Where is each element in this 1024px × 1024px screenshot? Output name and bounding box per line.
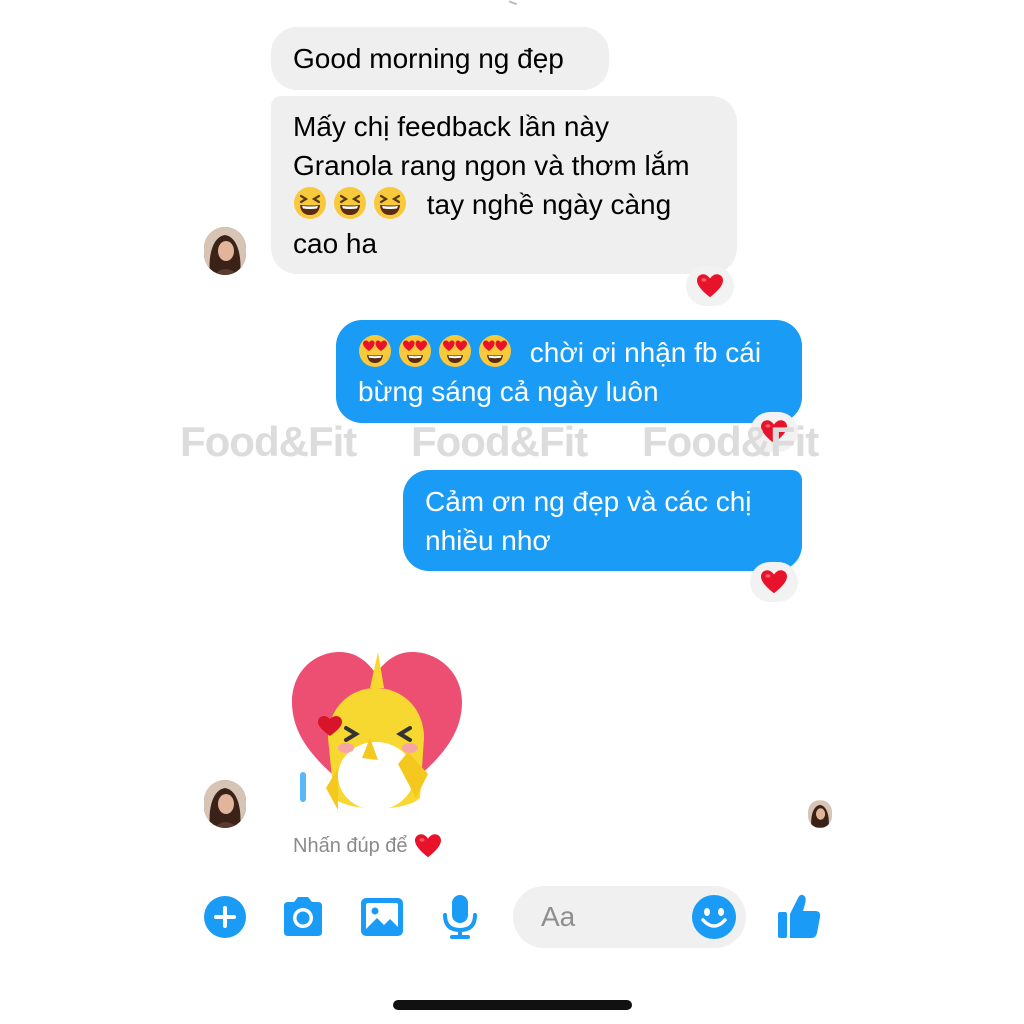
heart-eyes-emoji-icon — [358, 334, 392, 368]
seen-avatar — [808, 800, 832, 828]
message-input[interactable]: Aa — [513, 886, 746, 948]
incoming-message-2-line2: Granola rang ngon và thơm lắm — [293, 150, 690, 181]
avatar-photo — [204, 227, 246, 275]
incoming-message-2-line3-text: tay nghề ngày càng — [426, 189, 672, 220]
watermark-text: Food&Fit — [642, 418, 819, 465]
avatar-photo — [204, 780, 246, 828]
heart-eyes-emoji-icon — [478, 334, 512, 368]
reaction-heart-badge[interactable] — [686, 266, 734, 306]
typing-indicator — [300, 772, 306, 802]
sticker[interactable] — [288, 648, 468, 820]
watermark-text: Food&Fit — [411, 418, 588, 465]
watermark-text: Food&Fit — [180, 418, 357, 465]
avatar[interactable] — [204, 227, 246, 275]
heart-icon — [696, 273, 724, 299]
incoming-message-1[interactable]: Good morning ng đẹp — [271, 27, 609, 90]
seen-avatar-photo — [808, 800, 832, 828]
outgoing-message-2-line1: Cảm ơn ng đẹp và các chị — [425, 486, 752, 517]
incoming-message-2[interactable]: Mấy chị feedback lần này Granola rang ng… — [271, 96, 737, 274]
thumbs-up-icon — [778, 894, 821, 938]
heart-eyes-emoji-icon — [398, 334, 432, 368]
outgoing-message-2[interactable]: Cảm ơn ng đẹp và các chị nhiều nhơ — [403, 470, 802, 571]
microphone-icon — [443, 895, 477, 939]
heart-icon — [414, 833, 442, 859]
incoming-message-2-line3: tay nghề ngày càng — [293, 185, 715, 224]
laughing-emoji-icon — [373, 186, 407, 220]
outgoing-message-2-line2: nhiều nhơ — [425, 525, 551, 556]
outgoing-message-1-line1-text: chời ơi nhận fb cái — [529, 337, 762, 368]
home-indicator — [393, 1000, 632, 1010]
reaction-heart-badge[interactable] — [750, 562, 798, 602]
double-tap-hint: Nhấn đúp để — [293, 833, 442, 859]
message-input-placeholder: Aa — [541, 901, 576, 932]
image-icon — [361, 898, 403, 936]
thumbs-up-button[interactable] — [776, 892, 822, 940]
camera-icon — [284, 897, 322, 936]
image-button[interactable] — [359, 896, 405, 938]
emoji-button[interactable] — [691, 894, 737, 940]
outgoing-message-1-line1: chời ơi nhận fb cái — [358, 333, 780, 372]
camera-button[interactable] — [280, 896, 326, 938]
outgoing-message-1-line2: bừng sáng cả ngày luôn — [358, 376, 659, 407]
laughing-emoji-icon — [333, 186, 367, 220]
outgoing-message-1[interactable]: chời ơi nhận fb cái bừng sáng cả ngày lu… — [336, 320, 802, 423]
plus-button[interactable] — [203, 895, 247, 939]
dino-heart-sticker-image — [292, 652, 462, 810]
incoming-message-2-line4: cao ha — [293, 228, 378, 259]
avatar[interactable] — [204, 780, 246, 828]
microphone-button[interactable] — [440, 893, 480, 941]
plus-icon — [204, 896, 246, 938]
double-tap-hint-text: Nhấn đúp để — [293, 834, 408, 857]
heart-icon — [760, 569, 788, 595]
incoming-message-1-text: Good morning ng đẹp — [293, 43, 564, 74]
laughing-emoji-icon — [293, 186, 327, 220]
emoji-icon — [692, 895, 736, 939]
top-scroll-mark — [508, 0, 520, 6]
incoming-message-2-line1: Mấy chị feedback lần này — [293, 111, 609, 142]
heart-eyes-emoji-icon — [438, 334, 472, 368]
